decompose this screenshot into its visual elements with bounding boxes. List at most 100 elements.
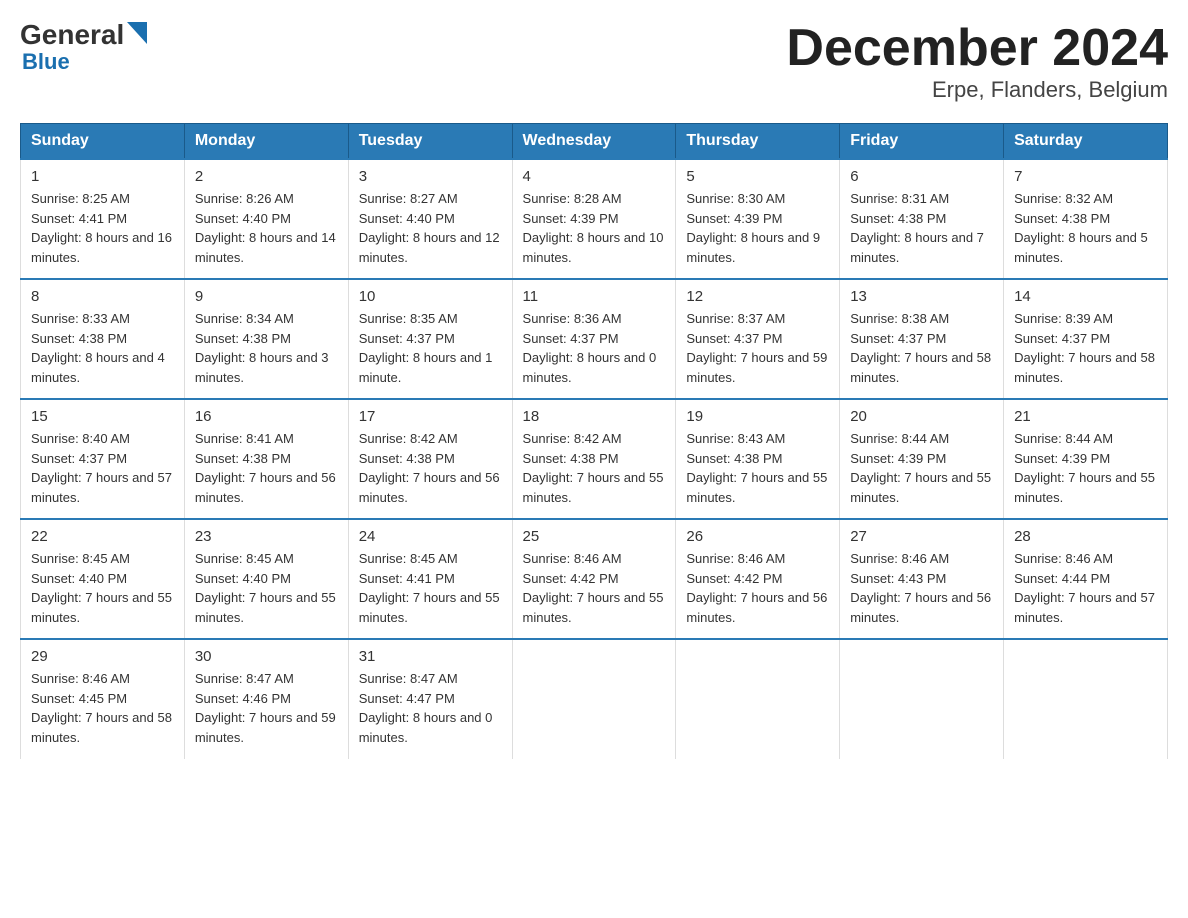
calendar-cell: 20 Sunrise: 8:44 AMSunset: 4:39 PMDaylig… — [840, 399, 1004, 519]
day-info: Sunrise: 8:36 AMSunset: 4:37 PMDaylight:… — [523, 311, 657, 385]
logo-blue: Blue — [22, 49, 70, 75]
day-number: 6 — [850, 168, 993, 185]
day-number: 23 — [195, 528, 338, 545]
week-row-3: 15 Sunrise: 8:40 AMSunset: 4:37 PMDaylig… — [21, 399, 1168, 519]
calendar-cell: 16 Sunrise: 8:41 AMSunset: 4:38 PMDaylig… — [184, 399, 348, 519]
day-number: 9 — [195, 288, 338, 305]
day-info: Sunrise: 8:46 AMSunset: 4:42 PMDaylight:… — [523, 551, 664, 625]
day-info: Sunrise: 8:41 AMSunset: 4:38 PMDaylight:… — [195, 431, 336, 505]
day-info: Sunrise: 8:46 AMSunset: 4:42 PMDaylight:… — [686, 551, 827, 625]
day-info: Sunrise: 8:39 AMSunset: 4:37 PMDaylight:… — [1014, 311, 1155, 385]
day-number: 16 — [195, 408, 338, 425]
day-number: 1 — [31, 168, 174, 185]
day-number: 14 — [1014, 288, 1157, 305]
calendar-cell: 29 Sunrise: 8:46 AMSunset: 4:45 PMDaylig… — [21, 639, 185, 759]
logo: General Blue — [20, 20, 147, 75]
day-info: Sunrise: 8:42 AMSunset: 4:38 PMDaylight:… — [523, 431, 664, 505]
header-sunday: Sunday — [21, 124, 185, 160]
day-info: Sunrise: 8:40 AMSunset: 4:37 PMDaylight:… — [31, 431, 172, 505]
day-info: Sunrise: 8:45 AMSunset: 4:40 PMDaylight:… — [195, 551, 336, 625]
day-info: Sunrise: 8:26 AMSunset: 4:40 PMDaylight:… — [195, 191, 336, 265]
day-info: Sunrise: 8:42 AMSunset: 4:38 PMDaylight:… — [359, 431, 500, 505]
day-info: Sunrise: 8:38 AMSunset: 4:37 PMDaylight:… — [850, 311, 991, 385]
calendar-cell: 2 Sunrise: 8:26 AMSunset: 4:40 PMDayligh… — [184, 159, 348, 279]
day-info: Sunrise: 8:30 AMSunset: 4:39 PMDaylight:… — [686, 191, 820, 265]
calendar-cell: 6 Sunrise: 8:31 AMSunset: 4:38 PMDayligh… — [840, 159, 1004, 279]
title-area: December 2024 Erpe, Flanders, Belgium — [786, 20, 1168, 103]
day-number: 31 — [359, 648, 502, 665]
calendar-cell: 17 Sunrise: 8:42 AMSunset: 4:38 PMDaylig… — [348, 399, 512, 519]
calendar-cell: 30 Sunrise: 8:47 AMSunset: 4:46 PMDaylig… — [184, 639, 348, 759]
day-info: Sunrise: 8:45 AMSunset: 4:40 PMDaylight:… — [31, 551, 172, 625]
calendar-cell: 31 Sunrise: 8:47 AMSunset: 4:47 PMDaylig… — [348, 639, 512, 759]
day-info: Sunrise: 8:46 AMSunset: 4:43 PMDaylight:… — [850, 551, 991, 625]
week-row-1: 1 Sunrise: 8:25 AMSunset: 4:41 PMDayligh… — [21, 159, 1168, 279]
header-monday: Monday — [184, 124, 348, 160]
day-number: 21 — [1014, 408, 1157, 425]
day-number: 8 — [31, 288, 174, 305]
day-info: Sunrise: 8:32 AMSunset: 4:38 PMDaylight:… — [1014, 191, 1148, 265]
day-number: 19 — [686, 408, 829, 425]
day-number: 18 — [523, 408, 666, 425]
calendar-cell: 28 Sunrise: 8:46 AMSunset: 4:44 PMDaylig… — [1004, 519, 1168, 639]
calendar-cell: 4 Sunrise: 8:28 AMSunset: 4:39 PMDayligh… — [512, 159, 676, 279]
header-saturday: Saturday — [1004, 124, 1168, 160]
day-info: Sunrise: 8:27 AMSunset: 4:40 PMDaylight:… — [359, 191, 500, 265]
logo-general: General — [20, 21, 124, 49]
day-number: 20 — [850, 408, 993, 425]
day-number: 10 — [359, 288, 502, 305]
day-info: Sunrise: 8:33 AMSunset: 4:38 PMDaylight:… — [31, 311, 165, 385]
day-info: Sunrise: 8:28 AMSunset: 4:39 PMDaylight:… — [523, 191, 664, 265]
header-wednesday: Wednesday — [512, 124, 676, 160]
calendar-cell: 11 Sunrise: 8:36 AMSunset: 4:37 PMDaylig… — [512, 279, 676, 399]
calendar-cell: 19 Sunrise: 8:43 AMSunset: 4:38 PMDaylig… — [676, 399, 840, 519]
day-number: 7 — [1014, 168, 1157, 185]
calendar-cell: 14 Sunrise: 8:39 AMSunset: 4:37 PMDaylig… — [1004, 279, 1168, 399]
day-number: 15 — [31, 408, 174, 425]
calendar-table: Sunday Monday Tuesday Wednesday Thursday… — [20, 123, 1168, 759]
calendar-cell: 3 Sunrise: 8:27 AMSunset: 4:40 PMDayligh… — [348, 159, 512, 279]
day-number: 25 — [523, 528, 666, 545]
logo-triangle-icon — [127, 22, 147, 44]
day-info: Sunrise: 8:44 AMSunset: 4:39 PMDaylight:… — [1014, 431, 1155, 505]
day-number: 29 — [31, 648, 174, 665]
header-thursday: Thursday — [676, 124, 840, 160]
calendar-cell: 13 Sunrise: 8:38 AMSunset: 4:37 PMDaylig… — [840, 279, 1004, 399]
page-header: General Blue December 2024 Erpe, Flander… — [20, 20, 1168, 103]
day-info: Sunrise: 8:31 AMSunset: 4:38 PMDaylight:… — [850, 191, 984, 265]
week-row-5: 29 Sunrise: 8:46 AMSunset: 4:45 PMDaylig… — [21, 639, 1168, 759]
calendar-cell: 18 Sunrise: 8:42 AMSunset: 4:38 PMDaylig… — [512, 399, 676, 519]
header-tuesday: Tuesday — [348, 124, 512, 160]
calendar-cell: 15 Sunrise: 8:40 AMSunset: 4:37 PMDaylig… — [21, 399, 185, 519]
calendar-cell: 23 Sunrise: 8:45 AMSunset: 4:40 PMDaylig… — [184, 519, 348, 639]
calendar-cell: 8 Sunrise: 8:33 AMSunset: 4:38 PMDayligh… — [21, 279, 185, 399]
day-number: 30 — [195, 648, 338, 665]
day-number: 27 — [850, 528, 993, 545]
calendar-cell — [840, 639, 1004, 759]
calendar-cell: 5 Sunrise: 8:30 AMSunset: 4:39 PMDayligh… — [676, 159, 840, 279]
day-info: Sunrise: 8:45 AMSunset: 4:41 PMDaylight:… — [359, 551, 500, 625]
calendar-cell: 25 Sunrise: 8:46 AMSunset: 4:42 PMDaylig… — [512, 519, 676, 639]
day-number: 3 — [359, 168, 502, 185]
day-number: 2 — [195, 168, 338, 185]
day-info: Sunrise: 8:46 AMSunset: 4:44 PMDaylight:… — [1014, 551, 1155, 625]
day-info: Sunrise: 8:34 AMSunset: 4:38 PMDaylight:… — [195, 311, 329, 385]
weekday-header-row: Sunday Monday Tuesday Wednesday Thursday… — [21, 124, 1168, 160]
day-info: Sunrise: 8:47 AMSunset: 4:47 PMDaylight:… — [359, 671, 493, 745]
month-title: December 2024 — [786, 20, 1168, 77]
day-number: 4 — [523, 168, 666, 185]
day-info: Sunrise: 8:37 AMSunset: 4:37 PMDaylight:… — [686, 311, 827, 385]
day-info: Sunrise: 8:46 AMSunset: 4:45 PMDaylight:… — [31, 671, 172, 745]
week-row-4: 22 Sunrise: 8:45 AMSunset: 4:40 PMDaylig… — [21, 519, 1168, 639]
day-number: 17 — [359, 408, 502, 425]
day-info: Sunrise: 8:44 AMSunset: 4:39 PMDaylight:… — [850, 431, 991, 505]
calendar-cell: 7 Sunrise: 8:32 AMSunset: 4:38 PMDayligh… — [1004, 159, 1168, 279]
calendar-cell: 24 Sunrise: 8:45 AMSunset: 4:41 PMDaylig… — [348, 519, 512, 639]
calendar-cell: 26 Sunrise: 8:46 AMSunset: 4:42 PMDaylig… — [676, 519, 840, 639]
calendar-cell: 27 Sunrise: 8:46 AMSunset: 4:43 PMDaylig… — [840, 519, 1004, 639]
day-number: 11 — [523, 288, 666, 305]
calendar-cell — [512, 639, 676, 759]
location-title: Erpe, Flanders, Belgium — [786, 77, 1168, 103]
day-number: 12 — [686, 288, 829, 305]
day-info: Sunrise: 8:25 AMSunset: 4:41 PMDaylight:… — [31, 191, 172, 265]
